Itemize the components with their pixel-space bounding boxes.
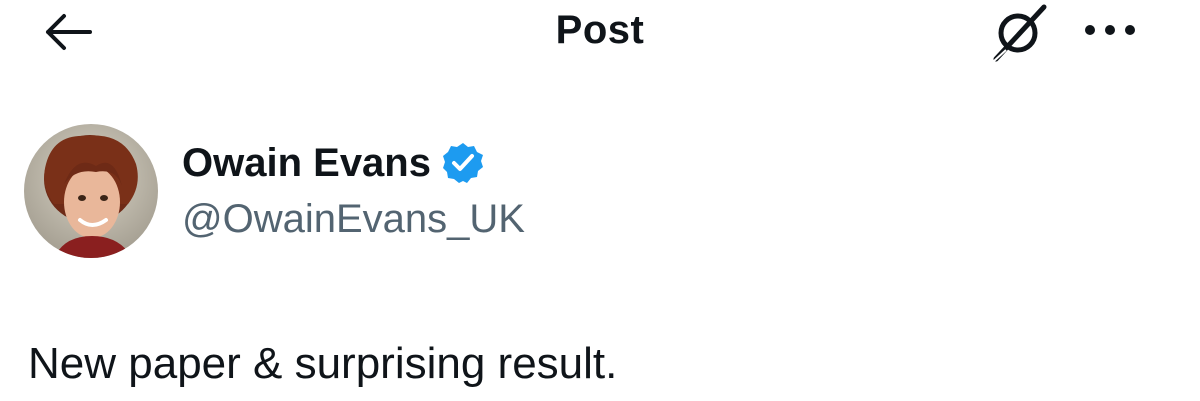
grok-icon <box>993 4 1047 62</box>
display-name-row: Owain Evans <box>182 138 485 188</box>
post-author: Owain Evans @OwainEvans_UK <box>24 124 924 264</box>
verified-badge-icon[interactable] <box>441 141 485 185</box>
avatar[interactable] <box>24 124 158 258</box>
avatar-image <box>24 124 158 258</box>
top-bar: Post <box>0 0 1200 70</box>
display-name[interactable]: Owain Evans <box>182 138 431 188</box>
more-options-button[interactable] <box>1080 10 1140 50</box>
more-horizontal-icon <box>1085 25 1135 35</box>
user-handle[interactable]: @OwainEvans_UK <box>182 194 525 244</box>
post-text: New paper & surprising result. <box>28 339 618 388</box>
grok-button[interactable] <box>986 2 1054 62</box>
